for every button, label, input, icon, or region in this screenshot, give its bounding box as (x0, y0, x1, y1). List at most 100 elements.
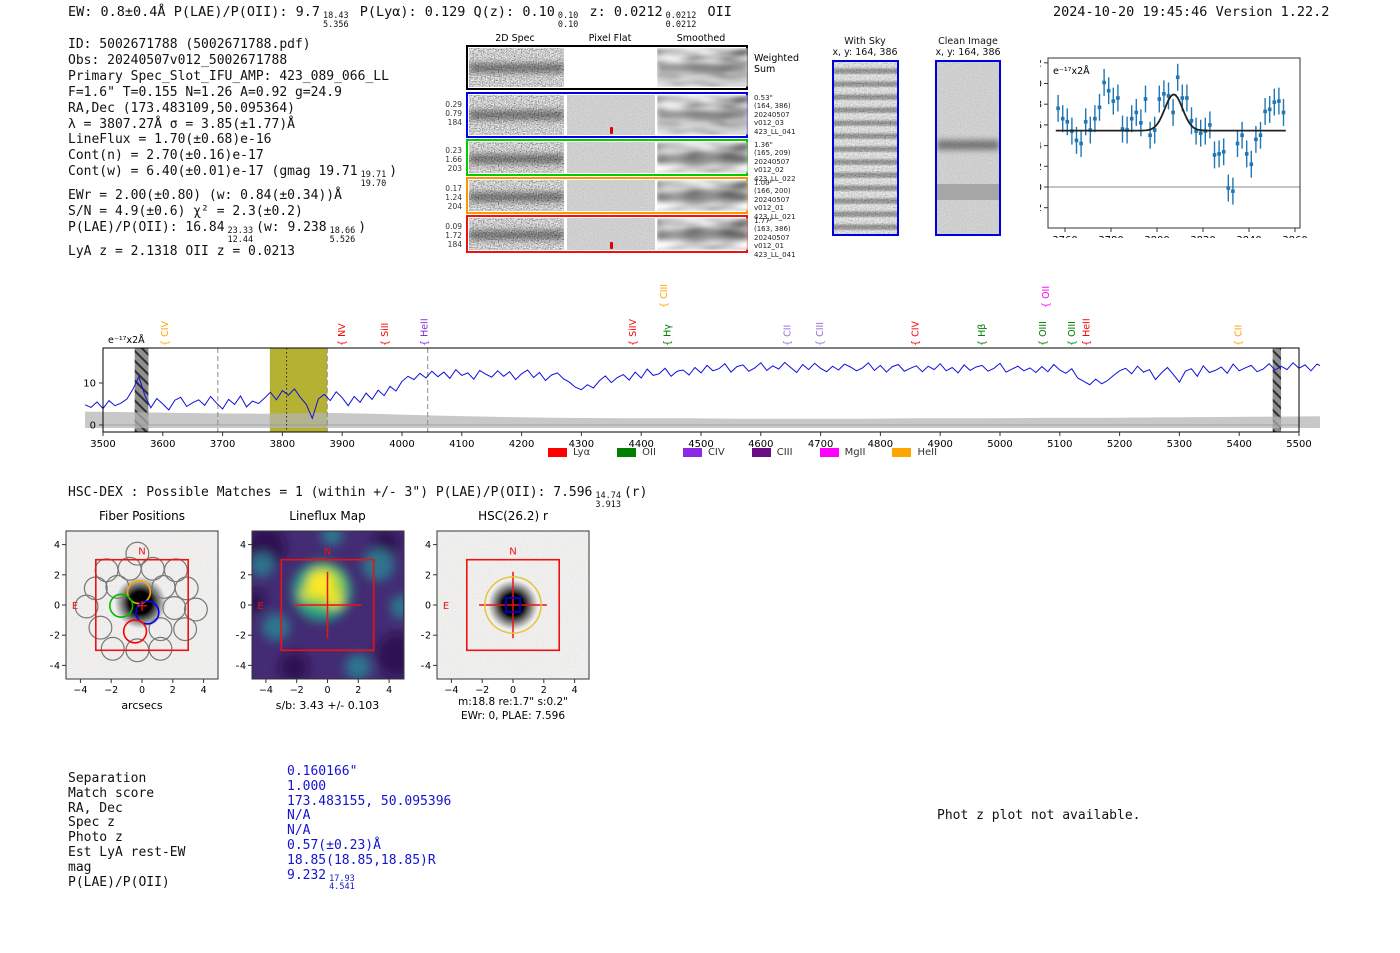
y-tick-label: 0 (240, 601, 246, 612)
y-tick-label: 0 (54, 601, 60, 612)
data-point (1097, 105, 1102, 110)
emission-line-label: { Hβ (977, 324, 988, 346)
x-tick-label: 2 (355, 685, 361, 696)
legend-label: CIII (776, 447, 793, 458)
trace-streak (657, 110, 748, 121)
x-tick-label: 0 (510, 685, 516, 696)
x-tick-label: 4100 (449, 439, 474, 450)
hsc-cutout-panel: −4 −4 −2 −2 0 0 2 2 4 4 HSC(26.2) r N Em:18.8 re:1.7… (421, 509, 590, 722)
legend-item: Lyα (548, 447, 590, 458)
sky-noise (834, 62, 897, 234)
legend-swatch (682, 448, 702, 457)
x-tick-label: 5200 (1107, 439, 1132, 450)
x-tick-label: 4200 (509, 439, 534, 450)
x-tick-label: 5400 (1226, 439, 1251, 450)
z-value: z: 0.0212 (589, 4, 663, 20)
cutout-cell-spec2d (469, 142, 564, 173)
plae-poii-value: P(LAE)/P(OII): 9.7 (173, 4, 320, 20)
data-point (1263, 109, 1267, 114)
match-table-labels: Separation Match score RA, Dec Spec z Photo … (68, 771, 185, 890)
wavelength-sigma: λ = 3807.27Å σ = 3.85(±1.77)Å (68, 116, 295, 132)
x-tick-label: 5000 (987, 439, 1012, 450)
data-point (1267, 107, 1272, 112)
data-point (1083, 119, 1088, 124)
data-point (1254, 137, 1258, 142)
cutout-row-fiber-2: 0.23 1.66 203 1.36" (165, 209) 20240507 v012_0… (440, 139, 820, 183)
flux-unit-label: e⁻¹⁷x2Å (1053, 65, 1090, 77)
timestamp: 2024-10-20 19:45:46 (1053, 4, 1208, 20)
data-point (1129, 116, 1134, 121)
plya-value: P(Lyα): 0.129 (359, 4, 466, 20)
plot-frame (1047, 57, 1301, 229)
data-point (1180, 96, 1185, 100)
x-tick-label: 3860 (1282, 235, 1307, 238)
match-row-value: 0.160166" (287, 764, 358, 779)
x-tick-label: 5500 (1286, 439, 1311, 450)
cutout-source-labels: Weighted Sum (754, 53, 799, 75)
y-tick-label: 4 (54, 540, 60, 551)
x-tick-label: 5300 (1167, 439, 1192, 450)
ewr: EWr = 2.00(±0.80) (w: 0.84(±0.34))Å (68, 188, 342, 204)
data-point (1056, 106, 1060, 111)
with-sky-coords: x, y: 164, 386 (832, 47, 898, 58)
data-point (1079, 141, 1083, 146)
axis-label-arcsecs: arcsecs (121, 699, 163, 712)
x-tick-label: 4 (386, 685, 392, 696)
plae-poii-range: 18.43 5.356 (323, 11, 349, 30)
cutout-cell-smoothed (657, 180, 748, 211)
x-tick-label: 2 (170, 685, 176, 696)
x-tick-label: 4 (201, 685, 207, 696)
y-tick-label: 6 (1040, 120, 1042, 131)
cont-n: Cont(n) = 2.70(±0.16)e-17 (68, 148, 264, 164)
x-tick-label: 4000 (389, 439, 414, 450)
y-tick-label: 10 (1040, 79, 1042, 90)
primary-amp: Primary Spec_Slot_IFU_AMP: 423_089_066_L… (68, 68, 389, 84)
trace-streak (469, 153, 564, 164)
emission-line-label: { OIII (1067, 321, 1078, 346)
data-point (1240, 133, 1244, 138)
x-tick-label: −4 (444, 685, 458, 696)
legend-swatch (819, 448, 839, 457)
y-tick-label: −4 (236, 661, 246, 672)
data-point (1208, 123, 1212, 127)
data-point (1272, 100, 1277, 104)
trace-streak (469, 110, 564, 121)
legend-item: CIII (751, 447, 793, 458)
cutout-cell-smoothed (657, 95, 748, 135)
z-line-type: OII (707, 4, 732, 20)
x-tick-label: −4 (259, 685, 273, 696)
match-row-value: 173.483155, 50.095396 (287, 793, 452, 809)
legend-swatch (751, 448, 771, 457)
trace-streak (469, 230, 564, 241)
x-tick-label: 3800 (1144, 235, 1169, 238)
cutout-cell-pixelflat (567, 218, 655, 250)
legend-swatch (892, 448, 912, 457)
cont-w: Cont(w) = 6.40(±0.01)e-17 (gmag 19.71 19.… (68, 164, 398, 189)
match-row-label: mag (68, 859, 92, 875)
photz-note: Phot z plot not available. (937, 808, 1141, 823)
lineflux: LineFlux = 1.70(±0.68)e-16 (68, 132, 272, 148)
cutout-cell-spec2d (469, 95, 564, 135)
qz-range: 0.10 0.10 (557, 11, 579, 30)
x-tick-label: 3500 (90, 439, 115, 450)
data-point (1235, 141, 1240, 146)
y-tick-label: −2 (1040, 203, 1042, 214)
y-tick-label: 12 (1040, 58, 1042, 69)
data-point (1231, 189, 1235, 193)
match-row-label: Separation (68, 771, 147, 786)
cutout-box (466, 215, 748, 253)
east-label: E (257, 601, 263, 612)
emission-line-label: { OII (1041, 286, 1052, 308)
data-point (1175, 75, 1180, 80)
trace-streak (469, 62, 564, 73)
data-point (1074, 138, 1079, 143)
match-row-value: N/A (287, 823, 311, 839)
ra-dec: RA,Dec (173.483109,50.095364) (68, 100, 295, 116)
data-point (1198, 131, 1203, 135)
panel-title: HSC(26.2) r (478, 509, 548, 523)
col-title-smoothed: Smoothed (676, 33, 726, 44)
y-tick-label: 2 (1040, 162, 1042, 173)
sb-caption: s/b: 3.43 +/- 0.103 (276, 699, 380, 712)
y-tick-label: −2 (421, 631, 431, 642)
data-point (1102, 80, 1106, 85)
